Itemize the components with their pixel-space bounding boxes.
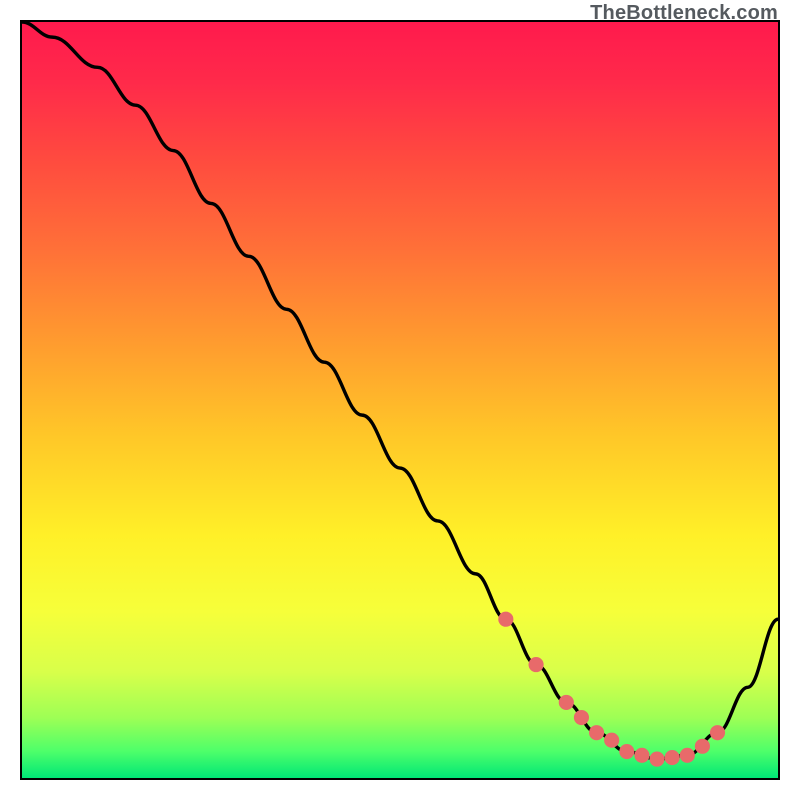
highlight-dot	[589, 725, 604, 740]
highlight-dot	[634, 748, 649, 763]
chart-frame: TheBottleneck.com	[0, 0, 800, 800]
highlight-dots	[498, 612, 725, 767]
highlight-dot	[695, 739, 710, 754]
highlight-dot	[529, 657, 544, 672]
highlight-dot	[680, 748, 695, 763]
curve-layer	[22, 22, 778, 778]
highlight-dot	[665, 750, 680, 765]
highlight-dot	[604, 733, 619, 748]
highlight-dot	[498, 612, 513, 627]
highlight-dot	[574, 710, 589, 725]
highlight-dot	[710, 725, 725, 740]
bottleneck-curve	[22, 22, 778, 759]
highlight-dot	[649, 752, 664, 767]
plot-area	[20, 20, 780, 780]
highlight-dot	[619, 744, 634, 759]
highlight-dot	[559, 695, 574, 710]
